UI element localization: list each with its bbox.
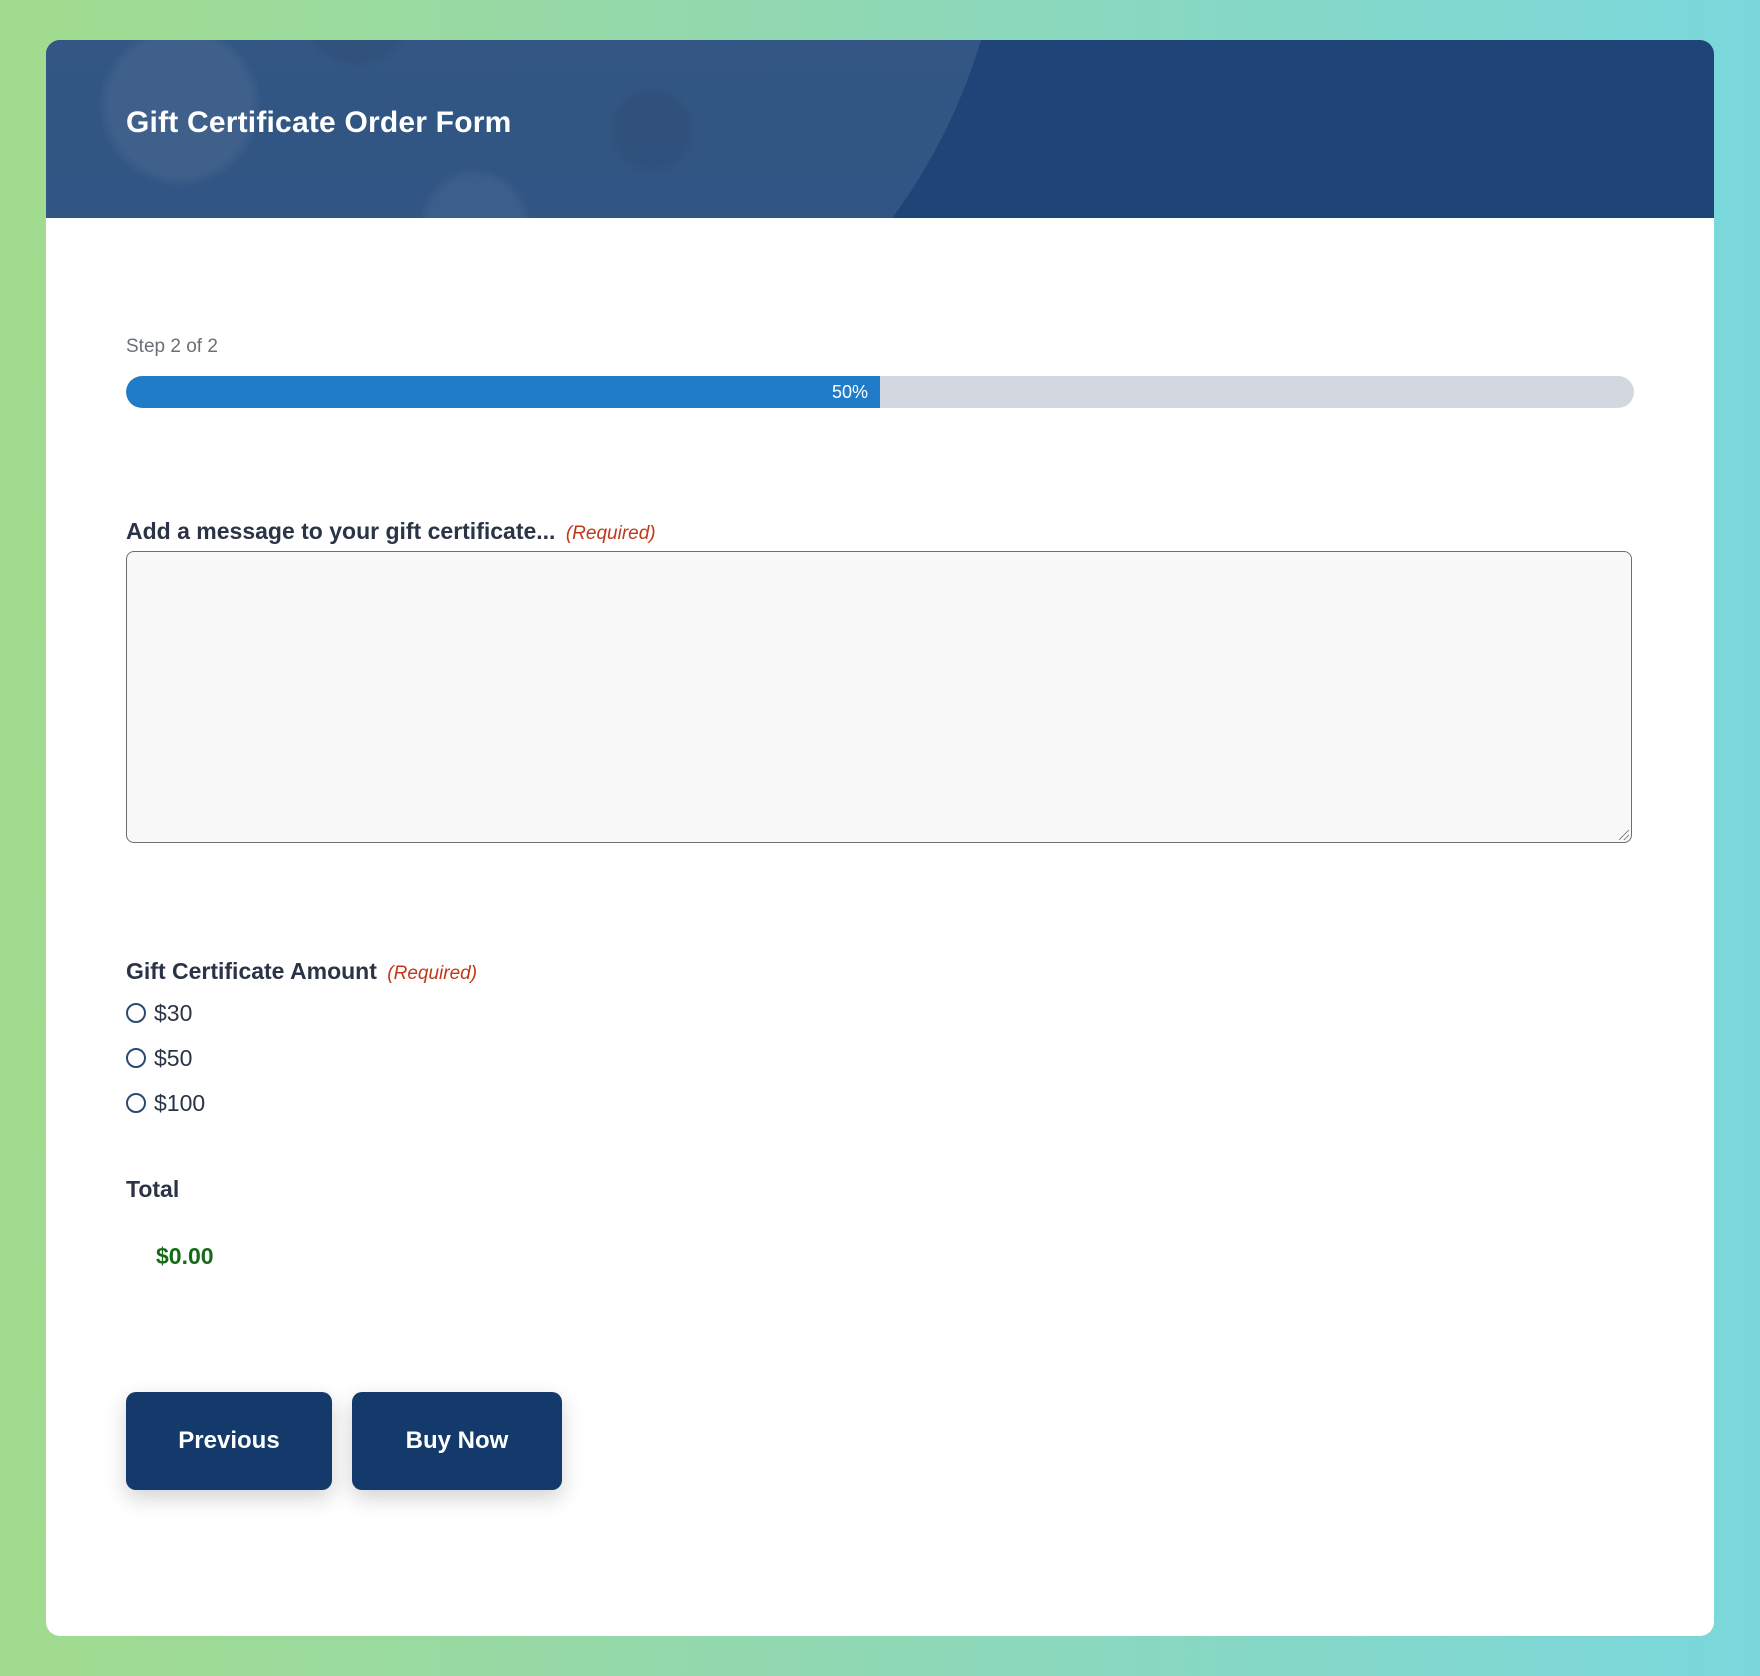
resize-handle-icon[interactable] (1619, 830, 1629, 840)
amount-option-30[interactable]: $30 (126, 998, 192, 1028)
amount-option-50[interactable]: $50 (126, 1043, 192, 1073)
radio-label[interactable]: $30 (154, 1000, 192, 1027)
buy-now-button[interactable]: Buy Now (352, 1392, 562, 1490)
radio-label[interactable]: $50 (154, 1045, 192, 1072)
amount-label-text: Gift Certificate Amount (126, 958, 377, 984)
radio-label[interactable]: $100 (154, 1090, 205, 1117)
message-label-text: Add a message to your gift certificate..… (126, 518, 556, 544)
progress-bar-fill: 50% (126, 376, 880, 408)
required-indicator: (Required) (565, 523, 656, 544)
progress-bar: 50% (126, 376, 1634, 408)
radio-button[interactable] (126, 1048, 146, 1068)
total-label: Total (126, 1176, 180, 1202)
form-title: Gift Certificate Order Form (126, 106, 512, 139)
message-field-label: Add a message to your gift certificate..… (126, 518, 656, 545)
radio-button[interactable] (126, 1093, 146, 1113)
form-header: Gift Certificate Order Form (46, 40, 1714, 218)
previous-button[interactable]: Previous (126, 1392, 332, 1490)
amount-option-100[interactable]: $100 (126, 1088, 205, 1118)
form-card: Gift Certificate Order Form Step 2 of 2 … (46, 40, 1714, 1636)
message-textarea[interactable] (126, 551, 1632, 843)
radio-button[interactable] (126, 1003, 146, 1023)
step-indicator: Step 2 of 2 (126, 336, 218, 357)
amount-field-label: Gift Certificate Amount (Required) (126, 958, 477, 985)
total-value: $0.00 (156, 1243, 214, 1269)
required-indicator: (Required) (387, 963, 478, 984)
progress-percent: 50% (831, 382, 868, 402)
